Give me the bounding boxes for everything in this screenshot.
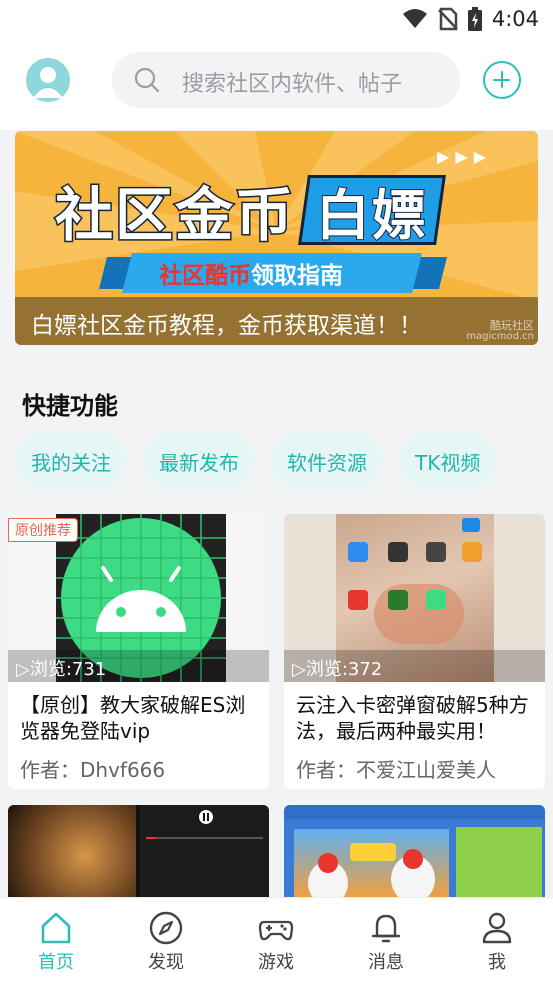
views-count: ▷浏览:372 [292,659,383,680]
banner-caption: 白嫖社区金币教程，金币获取渠道！！ [31,313,422,339]
status-icons: 4:04 [402,6,539,32]
tab-discover[interactable]: 发现 [111,898,221,983]
chip-latest[interactable]: 最新发布 [143,432,255,490]
bottom-tab-bar: 首页 发现 游戏 消息 我 [0,897,553,983]
quick-chips: 我的关注 最新发布 软件资源 TK视频 [15,432,497,490]
no-sim-icon [437,7,458,31]
banner-title: 社区金币 白嫖 [53,173,446,251]
banner-title-part2: 白嫖 [315,183,429,248]
search-placeholder: 搜索社区内软件、帖子 [182,72,403,97]
chip-tk-video[interactable]: TK视频 [399,432,497,490]
bell-icon [371,914,401,943]
post-author: 作者：Dhvf666 [20,758,166,782]
status-bar: 4:04 [0,0,553,38]
banner-title-part1: 社区金币 [53,180,296,251]
cartoon-birds-icon [308,843,435,897]
search-bar[interactable]: 搜索社区内软件、帖子 [112,52,460,108]
home-icon [41,912,71,944]
banner-title-highlight: 白嫖 [298,175,446,248]
gamepad-icon [258,920,294,941]
search-icon [134,67,160,93]
banner-watermark-url: magicmod.cn [466,331,534,342]
tab-me[interactable]: 我 [442,898,552,983]
video-controls-icon [146,810,263,839]
chip-software[interactable]: 软件资源 [271,432,383,490]
tab-messages-label: 消息 [368,952,404,973]
views-count: ▷浏览:731 [16,659,107,680]
post-card[interactable]: 原创推荐 ▷浏览:731 【原创】教大家破解ES浏览器免登陆vip 作者：Dhv… [8,514,269,789]
tab-home-label: 首页 [38,952,74,973]
tab-games[interactable]: 游戏 [221,898,331,983]
add-button[interactable] [483,61,521,99]
post-card[interactable]: ▷浏览:372 云注入卡密弹窗破解5种方法，最后两种最实用！ 作者：不爱江山爱美… [284,514,545,789]
tab-discover-label: 发现 [148,952,184,973]
compass-icon [149,911,183,945]
ribbon-white-text: 领取指南 [251,263,343,289]
quick-functions-title: 快捷功能 [22,392,118,420]
tab-messages[interactable]: 消息 [331,898,441,983]
person-icon [482,912,512,944]
post-title: 【原创】教大家破解ES浏览器免登陆vip [20,693,246,743]
tab-games-label: 游戏 [258,952,294,973]
banner-carousel[interactable]: ▶▶▶ 社区金币 白嫖 社区酷币领取指南 白嫖社区金币教程，金币获取渠道！！ 酷… [15,131,538,345]
banner-caption-bar: 白嫖社区金币教程，金币获取渠道！！ [15,297,538,345]
post-title: 云注入卡密弹窗破解5种方法，最后两种最实用！ [296,693,529,743]
chip-my-follow[interactable]: 我的关注 [15,432,127,490]
banner-ribbon-text: 社区酷币领取指南 [159,256,343,290]
avatar[interactable] [26,58,70,102]
views-bar: ▷浏览:731 [8,650,269,682]
tab-me-label: 我 [488,952,506,973]
status-time: 4:04 [491,7,539,31]
ribbon-red-text: 社区酷币 [159,263,251,289]
wifi-icon [402,9,427,28]
original-tag-badge: 原创推荐 [8,518,78,542]
views-bar: ▷浏览:372 [284,650,545,682]
post-author: 作者：不爱江山爱美人 [296,758,496,782]
top-bar: 搜索社区内软件、帖子 [0,38,553,130]
tab-home[interactable]: 首页 [1,898,111,983]
battery-charging-icon [467,7,482,31]
person-avatar-icon [33,67,63,98]
banner-arrows-icon: ▶▶▶ [437,147,492,166]
